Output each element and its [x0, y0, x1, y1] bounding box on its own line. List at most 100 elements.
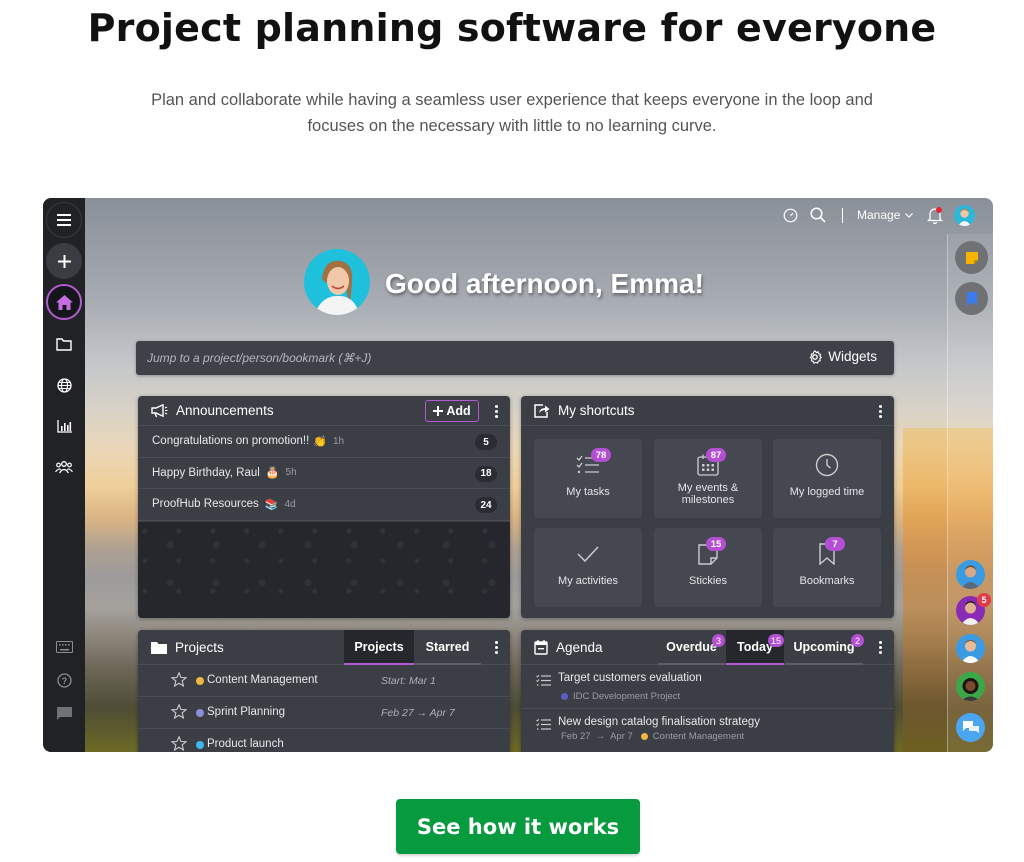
- user-avatar[interactable]: [954, 205, 975, 226]
- sidebar-item-reports[interactable]: [54, 416, 74, 436]
- sidebar-item-projects[interactable]: [54, 334, 74, 354]
- calendar-icon: [534, 639, 548, 655]
- date-end: Apr 7: [429, 707, 455, 719]
- project-row[interactable]: Sprint Planning Feb 27 → Apr 7: [138, 697, 510, 729]
- feedback-button[interactable]: [54, 704, 74, 724]
- tab-today[interactable]: Today 15: [726, 630, 785, 665]
- keyboard-icon: [55, 641, 73, 653]
- avatar-portrait: [314, 260, 360, 315]
- project-color-dot: [196, 677, 204, 685]
- shortcut-my-events[interactable]: 87 My events & milestones: [654, 439, 762, 518]
- announcement-text: Happy Birthday, Raul: [152, 466, 260, 479]
- count-badge: 7: [825, 537, 845, 551]
- project-date: Start: Mar 1: [381, 675, 436, 687]
- shortcut-label: My logged time: [789, 486, 865, 498]
- sidebar-item-home[interactable]: [46, 284, 82, 320]
- avatar-portrait: [961, 565, 980, 589]
- agenda-more-button[interactable]: [878, 641, 882, 654]
- chevron-down-icon: [905, 212, 914, 218]
- shortcut-my-tasks[interactable]: 78 My tasks: [534, 439, 642, 518]
- team-avatar[interactable]: [956, 672, 985, 701]
- agenda-item-title: New design catalog finalisation strategy: [558, 716, 761, 728]
- project-color-dot: [196, 741, 204, 749]
- widgets-button[interactable]: Widgets: [808, 349, 877, 364]
- agenda-header: Agenda Overdue 3 Today 15 Upcoming 2: [521, 630, 894, 665]
- stickies-button[interactable]: [955, 241, 988, 274]
- count-badge: 15: [706, 537, 726, 551]
- agenda-item[interactable]: New design catalog finalisation strategy…: [521, 709, 894, 752]
- hamburger-icon: [57, 214, 71, 226]
- widgets-label: Widgets: [828, 349, 877, 364]
- plus-icon: [433, 406, 444, 416]
- chat-icon: [56, 707, 72, 720]
- announcement-item[interactable]: ProofHub Resources 📚 4d 24: [138, 489, 510, 521]
- tab-upcoming[interactable]: Upcoming 2: [785, 630, 864, 665]
- project-color-dot: [640, 733, 648, 740]
- star-icon[interactable]: [171, 704, 187, 719]
- project-row[interactable]: Product launch: [138, 729, 510, 752]
- task-list-icon: [536, 718, 551, 730]
- tab-starred[interactable]: Starred: [414, 630, 481, 665]
- tab-projects[interactable]: Projects: [344, 630, 414, 665]
- see-how-it-works-button[interactable]: See how it works: [396, 799, 640, 854]
- team-avatar[interactable]: 5: [956, 593, 991, 625]
- project-name: Content Management: [207, 674, 318, 686]
- comment-count: 24: [475, 497, 497, 513]
- shortcut-label: My events & milestones: [677, 482, 739, 506]
- team-avatar[interactable]: [956, 634, 985, 663]
- megaphone-icon: [151, 403, 168, 417]
- help-button[interactable]: ?: [54, 670, 74, 690]
- menu-button[interactable]: [46, 202, 82, 238]
- shortcuts-header: My shortcuts: [521, 396, 894, 426]
- project-row[interactable]: Content Management Start: Mar 1: [138, 665, 510, 697]
- shortcut-label: My tasks: [566, 486, 610, 498]
- check-icon: [577, 546, 599, 562]
- projects-widget: Projects Projects Starred Content Manage…: [138, 630, 510, 752]
- star-icon[interactable]: [171, 672, 187, 687]
- agenda-item[interactable]: Target customers evaluation IDC Developm…: [521, 665, 894, 709]
- home-icon: [55, 294, 73, 310]
- shortcut-my-logged-time[interactable]: My logged time: [773, 439, 881, 518]
- bookmarks-button[interactable]: [955, 282, 988, 315]
- announcement-item[interactable]: Congratulations on promotion!! 👏 1h 5: [138, 426, 510, 458]
- timer-button[interactable]: [783, 208, 798, 223]
- notifications-button[interactable]: [927, 207, 943, 224]
- help-icon: ?: [56, 672, 72, 688]
- add-button[interactable]: [46, 243, 82, 279]
- chat-badge: 5: [977, 593, 991, 607]
- sidebar-item-global[interactable]: [54, 375, 74, 395]
- comment-count: 5: [475, 434, 497, 450]
- shortcut-stickies[interactable]: 15 Stickies: [654, 528, 762, 607]
- clock-icon: [815, 453, 839, 477]
- hero-subtitle-line: Plan and collaborate while having a seam…: [151, 91, 873, 109]
- shortcuts-widget: My shortcuts 78 My tasks 87 My events & …: [521, 396, 894, 618]
- search-button[interactable]: [810, 207, 826, 223]
- hero-subtitle-line: focuses on the necessary with little to …: [307, 117, 717, 135]
- shortcut-bookmarks[interactable]: 7 Bookmarks: [773, 528, 881, 607]
- greeting-avatar: [304, 249, 370, 315]
- shortcut-my-activities[interactable]: My activities: [534, 528, 642, 607]
- greeting: Good afternoon, Emma!: [385, 268, 704, 299]
- manage-dropdown[interactable]: Manage: [857, 208, 914, 222]
- hero-title: Project planning software for everyone: [87, 6, 937, 50]
- count-badge: 78: [591, 448, 611, 462]
- projects-more-button[interactable]: [494, 641, 498, 654]
- sidebar-item-people[interactable]: [54, 457, 74, 477]
- agenda-item-project: IDC Development Project: [573, 691, 681, 702]
- star-icon[interactable]: [171, 736, 187, 751]
- jump-search-bar[interactable]: Jump to a project/person/bookmark (⌘+J) …: [136, 341, 894, 375]
- project-name: Sprint Planning: [207, 706, 285, 718]
- announcement-text: Congratulations on promotion!!: [152, 435, 310, 448]
- add-announcement-button[interactable]: Add: [425, 400, 479, 422]
- shortcuts-more-button[interactable]: [878, 405, 882, 418]
- keyboard-shortcuts-button[interactable]: [54, 637, 74, 657]
- tab-overdue[interactable]: Overdue 3: [658, 630, 725, 665]
- announcements-more-button[interactable]: [494, 405, 498, 418]
- team-avatar[interactable]: [956, 560, 985, 589]
- shortcuts-title: My shortcuts: [558, 403, 635, 418]
- announcement-emoji: 🎂: [265, 467, 280, 480]
- chat-button[interactable]: [956, 713, 985, 742]
- avatar-portrait: [958, 208, 971, 226]
- agenda-widget: Agenda Overdue 3 Today 15 Upcoming 2 Tar…: [521, 630, 894, 752]
- announcement-item[interactable]: Happy Birthday, Raul 🎂 5h 18: [138, 458, 510, 489]
